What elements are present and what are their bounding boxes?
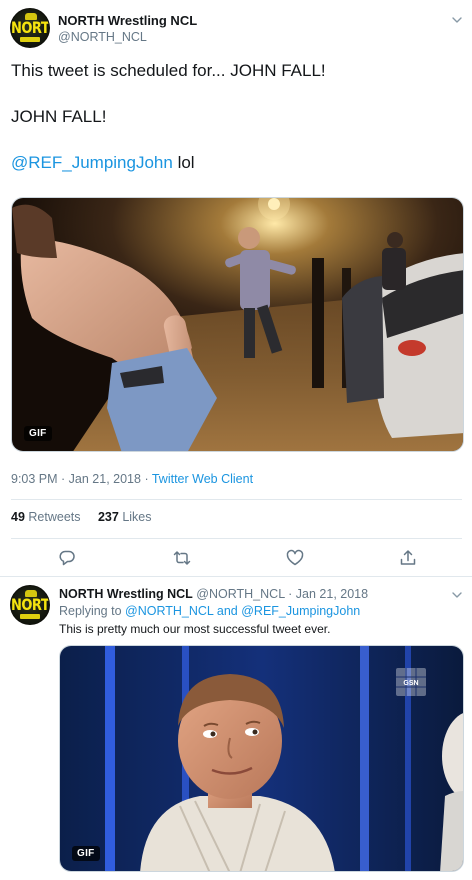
reply-and: and: [213, 604, 242, 618]
gif-frame-street-scene: [12, 198, 463, 451]
tweet-timestamp: 9:03 PM · Jan 21, 2018 · Twitter Web Cli…: [11, 472, 253, 486]
retweet-icon[interactable]: [172, 548, 192, 568]
share-icon[interactable]: [398, 548, 418, 568]
gif-badge: GIF: [24, 426, 52, 441]
tweet-date[interactable]: Jan 21, 2018: [69, 472, 141, 486]
divider: [11, 499, 462, 500]
replying-prefix: Replying to: [59, 604, 126, 618]
likes-label: Likes: [122, 510, 152, 524]
gif-frame-game-show: GSN: [60, 646, 463, 871]
meta-separator: ·: [140, 472, 152, 486]
meta-separator: ·: [57, 472, 69, 486]
tweet-actions: [0, 544, 472, 572]
reply-mention-2[interactable]: @REF_JumpingJohn: [241, 604, 360, 618]
caret-down-icon[interactable]: [451, 589, 463, 601]
likes-stat[interactable]: 237 Likes: [98, 510, 152, 524]
tweet-gif[interactable]: GIF: [11, 197, 464, 452]
replying-to: Replying to @NORTH_NCL and @REF_JumpingJ…: [59, 604, 360, 618]
tweet-text-line-1: This tweet is scheduled for... JOHN FALL…: [11, 61, 326, 80]
like-icon[interactable]: [285, 548, 305, 568]
tweet-stats: 49 Retweets 237 Likes: [11, 510, 166, 524]
reply-handle[interactable]: @NORTH_NCL: [196, 587, 284, 601]
reply-date[interactable]: Jan 21, 2018: [296, 587, 368, 601]
retweets-label: Retweets: [28, 510, 81, 524]
tweet-text-line-3: @REF_JumpingJohn lol: [11, 152, 195, 174]
avatar[interactable]: NORTH: [10, 8, 50, 48]
retweets-stat[interactable]: 49 Retweets: [11, 510, 81, 524]
thread-divider: [0, 576, 472, 577]
main-tweet: NORTH NORTH Wrestling NCL @NORTH_NCL Thi…: [0, 0, 472, 578]
avatar-logo-banner: [20, 614, 40, 619]
channel-logo-text: GSN: [403, 680, 418, 687]
divider: [11, 538, 462, 539]
display-name[interactable]: NORTH Wrestling NCL: [58, 13, 197, 28]
tweet-source[interactable]: Twitter Web Client: [152, 472, 253, 486]
reply-mention-1[interactable]: @NORTH_NCL: [125, 604, 213, 618]
caret-down-icon[interactable]: [451, 14, 463, 26]
avatar-logo-text: NORTH: [11, 596, 50, 615]
tweet-text-line-2: JOHN FALL!: [11, 107, 107, 126]
avatar-logo-text: NORTH: [11, 19, 50, 38]
tweet-time[interactable]: 9:03 PM: [11, 472, 58, 486]
reply-gif[interactable]: GSN GIF: [59, 645, 464, 872]
reply-icon[interactable]: [57, 548, 77, 568]
meta-separator: ·: [284, 587, 296, 601]
likes-count: 237: [97, 510, 119, 524]
mention-link[interactable]: @REF_JumpingJohn: [11, 153, 173, 172]
avatar-logo-banner: [20, 37, 40, 42]
user-handle[interactable]: @NORTH_NCL: [58, 30, 147, 44]
reply-avatar[interactable]: NORTH: [10, 585, 50, 625]
reply-text: This is pretty much our most successful …: [59, 622, 331, 636]
reply-header: NORTH Wrestling NCL @NORTH_NCL · Jan 21,…: [59, 587, 368, 601]
reply-display-name[interactable]: NORTH Wrestling NCL: [59, 587, 193, 601]
retweets-count: 49: [11, 510, 25, 524]
gif-badge: GIF: [72, 846, 100, 861]
mention-suffix: lol: [172, 153, 195, 172]
